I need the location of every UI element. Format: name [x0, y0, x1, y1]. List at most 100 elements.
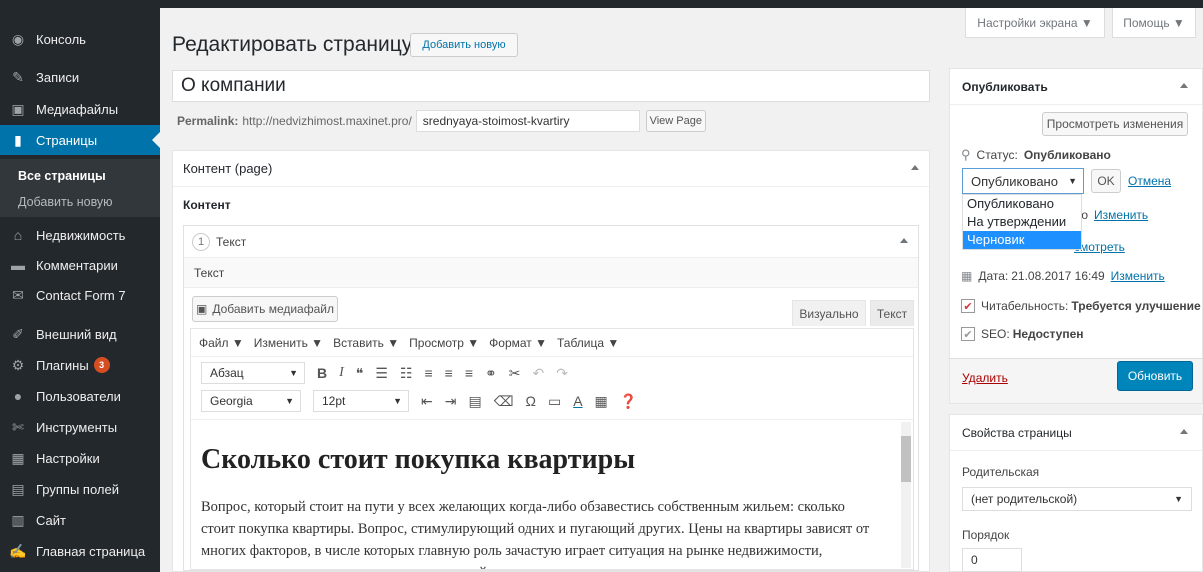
building-icon: ⌂: [13, 227, 23, 243]
pin-icon: ✎: [12, 68, 24, 85]
menu-item-comments[interactable]: ▬ Комментарии: [0, 250, 160, 280]
unlink-icon[interactable]: ✂: [509, 365, 521, 382]
menu-item-realty[interactable]: ⌂ Недвижимость: [0, 220, 160, 250]
menu-table[interactable]: Таблица ▼: [557, 336, 619, 350]
align-center-icon[interactable]: ≡: [445, 365, 453, 381]
editor-content[interactable]: Сколько стоит покупка квартиры Вопрос, к…: [191, 419, 913, 569]
status-select[interactable]: Опубликовано ▼: [962, 168, 1084, 194]
pages-submenu: Все страницы Добавить новую: [0, 159, 160, 217]
menu-insert[interactable]: Вставить ▼: [333, 336, 399, 350]
help-icon[interactable]: ❓: [620, 393, 637, 410]
redo-icon[interactable]: ↷: [556, 365, 568, 382]
menu-file[interactable]: Файл ▼: [199, 336, 244, 350]
format-select[interactable]: Абзац ▼: [201, 362, 305, 384]
menu-item-front-page[interactable]: ✍ Главная страница: [0, 536, 160, 566]
editor-tools: ▣ Добавить медиафайл Визуально Текст: [184, 288, 918, 326]
tab-text[interactable]: Текст: [870, 300, 914, 326]
add-new-button[interactable]: Добавить новую: [410, 33, 518, 57]
menu-item-tools[interactable]: ✄ Инструменты: [0, 412, 160, 442]
toolbar-row-1: Абзац ▼ B I ❝ ☰ ☷ ≡ ≡ ≡ ⚭ ✂ ↶ ↷: [191, 360, 913, 386]
menu-view[interactable]: Просмотр ▼: [409, 336, 479, 350]
attributes-header[interactable]: Свойства страницы: [950, 415, 1202, 451]
collapse-arrow-icon[interactable]: [911, 165, 919, 170]
order-input[interactable]: 0: [962, 548, 1022, 572]
add-media-button[interactable]: ▣ Добавить медиафайл: [192, 296, 338, 322]
metabox-header[interactable]: Контент (page): [173, 151, 929, 187]
italic-icon[interactable]: I: [339, 365, 344, 381]
wrench-icon: ✄: [12, 418, 24, 435]
plugin-update-badge: 3: [93, 357, 110, 373]
numbered-list-icon[interactable]: ☷: [400, 365, 413, 382]
table-icon[interactable]: ▦: [595, 393, 608, 410]
menu-item-appearance[interactable]: ✐ Внешний вид: [0, 319, 160, 349]
menu-edit[interactable]: Изменить ▼: [254, 336, 323, 350]
collapse-arrow-icon[interactable]: [1180, 83, 1188, 88]
bold-icon[interactable]: B: [317, 365, 327, 381]
menu-item-settings[interactable]: ▦ Настройки: [0, 443, 160, 473]
date-edit-link[interactable]: Изменить: [1111, 269, 1165, 283]
menu-item-contact-form[interactable]: ✉ Contact Form 7: [0, 280, 160, 310]
menu-item-users[interactable]: ● Пользователи: [0, 381, 160, 411]
post-title-input[interactable]: О компании: [172, 70, 930, 102]
menu-item-pages[interactable]: ▮ Страницы: [0, 125, 160, 155]
parent-select[interactable]: (нет родительской) ▼: [962, 487, 1192, 511]
paste-icon[interactable]: ▤: [468, 393, 481, 410]
hr-icon[interactable]: ▭: [548, 393, 561, 410]
menu-item-site[interactable]: ▥ Сайт: [0, 505, 160, 535]
seo-icon: ✔: [961, 327, 975, 341]
link-icon[interactable]: ⚭: [485, 365, 497, 382]
font-family-select[interactable]: Georgia ▼: [201, 390, 301, 412]
editor-scrollbar[interactable]: [901, 422, 911, 568]
align-left-icon[interactable]: ≡: [424, 365, 432, 381]
content-paragraph: Вопрос, который стоит на пути у всех жел…: [201, 499, 870, 569]
preview-changes-button[interactable]: Просмотреть изменения: [1042, 112, 1188, 136]
permalink-row: Permalink: http://nedvizhimost.maxinet.p…: [177, 110, 706, 132]
row-header[interactable]: 1 Текст: [184, 226, 918, 258]
menu-format[interactable]: Формат ▼: [489, 336, 547, 350]
blockquote-icon[interactable]: ❝: [356, 365, 364, 382]
page-attributes-metabox: Свойства страницы Родительская (нет роди…: [949, 414, 1203, 572]
text-color-icon[interactable]: A: [573, 393, 582, 409]
font-size-select[interactable]: 12pt ▼: [313, 390, 409, 412]
editor-menubar: Файл ▼ Изменить ▼ Вставить ▼ Просмотр ▼ …: [191, 329, 913, 357]
menu-item-field-groups[interactable]: ▤ Группы полей: [0, 474, 160, 504]
status-option-published[interactable]: Опубликовано: [963, 195, 1081, 213]
menu-item-media[interactable]: ▣ Медиафайлы: [0, 94, 160, 124]
settings-icon: ▦: [11, 449, 25, 466]
toolbar-row-2: Georgia ▼ 12pt ▼ ⇤ ⇥ ▤ ⌫ Ω ▭ A ▦ ❓: [191, 388, 913, 414]
readability-icon: ✔: [961, 299, 975, 313]
view-page-button[interactable]: View Page: [645, 110, 706, 132]
media-icon: ▣: [195, 302, 208, 316]
menu-item-dashboard[interactable]: ◉ Консоль: [0, 24, 160, 54]
tab-visual[interactable]: Визуально: [792, 300, 866, 326]
delete-link[interactable]: Удалить: [962, 371, 1008, 385]
outdent-icon[interactable]: ⇤: [421, 393, 433, 410]
publish-header[interactable]: Опубликовать: [950, 69, 1202, 105]
omega-icon[interactable]: Ω: [526, 393, 536, 409]
bullet-list-icon[interactable]: ☰: [375, 365, 388, 382]
current-menu-arrow: [152, 132, 160, 148]
collapse-arrow-icon[interactable]: [1180, 429, 1188, 434]
status-option-pending[interactable]: На утверждении: [963, 213, 1081, 231]
flexible-row: 1 Текст Текст ▣ Добавить медиафайл Визуал…: [183, 225, 919, 571]
row-collapse-icon[interactable]: [900, 238, 908, 243]
status-row: ⚲ Статус: Опубликовано: [961, 147, 1111, 162]
slug-input[interactable]: srednyaya-stoimost-kvartiry: [415, 110, 640, 132]
submenu-all-pages[interactable]: Все страницы: [0, 163, 160, 189]
home-edit-icon: ✍: [9, 542, 27, 559]
status-option-draft[interactable]: Черновик: [963, 231, 1081, 249]
undo-icon[interactable]: ↶: [532, 365, 544, 382]
menu-item-posts[interactable]: ✎ Записи: [0, 62, 160, 92]
help-tab[interactable]: Помощь ▼: [1112, 8, 1196, 38]
visibility-edit-link[interactable]: Изменить: [1094, 208, 1148, 222]
status-cancel-link[interactable]: Отмена: [1128, 174, 1171, 188]
content-heading: Сколько стоит покупка квартиры: [201, 444, 636, 475]
screen-options-tab[interactable]: Настройки экрана ▼: [965, 8, 1105, 38]
menu-item-plugins[interactable]: ⚙ Плагины 3: [0, 350, 160, 380]
indent-icon[interactable]: ⇥: [445, 393, 457, 410]
submenu-add-new[interactable]: Добавить новую: [0, 189, 160, 215]
update-button[interactable]: Обновить: [1117, 361, 1193, 391]
status-ok-button[interactable]: OK: [1091, 169, 1121, 193]
clear-format-icon[interactable]: ⌫: [494, 393, 514, 410]
align-right-icon[interactable]: ≡: [465, 365, 473, 381]
